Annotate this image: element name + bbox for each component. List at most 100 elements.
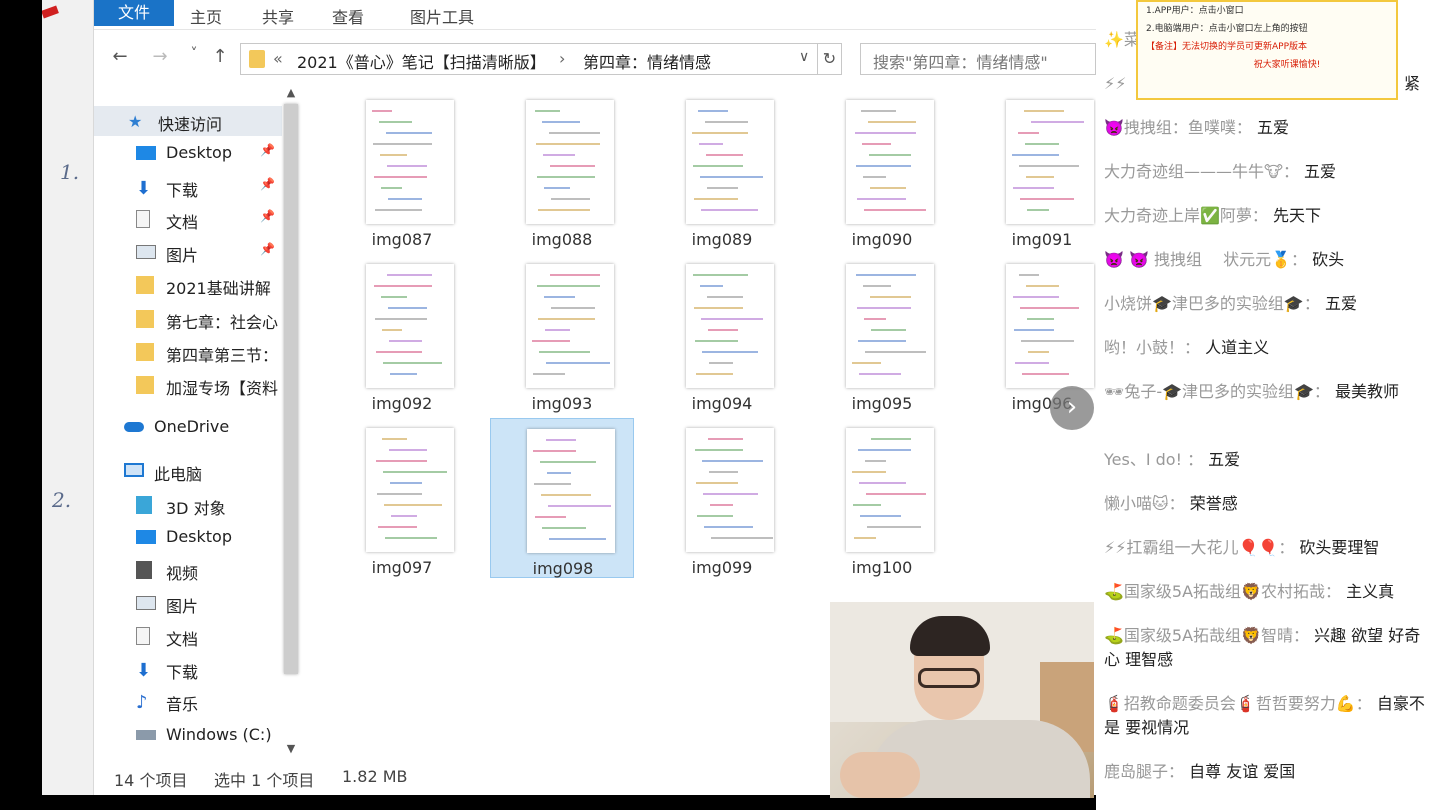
- chat-message: 鹿岛腿子： 自尊 友谊 爱国: [1104, 760, 1430, 784]
- chat-text: 五爱: [1298, 162, 1337, 181]
- nav-item[interactable]: ♪ 音乐: [94, 686, 282, 716]
- nav-item[interactable]: 加湿专场【资料: [94, 370, 282, 400]
- notice-line: 2.电脑端用户：点击小窗口左上角的按钮: [1146, 24, 1308, 34]
- nav-item[interactable]: Desktop: [94, 522, 282, 552]
- file-item[interactable]: img091: [970, 90, 1114, 250]
- nav-item-label: 第四章第三节：: [166, 346, 279, 365]
- chat-username: ⛳国家级5A拓哉组🦁农村拓哉：: [1104, 582, 1341, 601]
- breadcrumb-chapter4[interactable]: 第四章：情绪情感: [583, 49, 711, 73]
- nav-item-label: 文档: [166, 630, 199, 649]
- drive-icon: [136, 730, 156, 740]
- breadcrumb-notes[interactable]: 2021《普心》笔记【扫描清晰版】: [297, 49, 546, 73]
- nav-scrollbar[interactable]: ▲ ▼: [282, 86, 300, 766]
- file-item[interactable]: img087: [330, 90, 474, 250]
- nav-item[interactable]: 图片: [94, 588, 282, 618]
- chat-text: 先天下: [1267, 206, 1322, 225]
- breadcrumb-separator[interactable]: ›: [559, 49, 565, 68]
- nav-item[interactable]: ★ 快速访问: [94, 106, 282, 136]
- nav-item-label: 此电脑: [154, 465, 203, 484]
- nav-item[interactable]: Desktop 📌: [94, 138, 282, 168]
- back-button[interactable]: ←: [108, 46, 132, 67]
- nav-item[interactable]: 文档: [94, 621, 282, 651]
- nav-item-label: 快速访问: [158, 115, 223, 134]
- folder-icon: [136, 276, 154, 294]
- nav-item[interactable]: 此电脑: [94, 456, 282, 486]
- file-name: img090: [851, 230, 913, 249]
- file-item[interactable]: img096: [970, 254, 1114, 414]
- image-thumbnail: [846, 264, 934, 388]
- chat-username: 🧯招教命题委员会🧯哲哲要努力💪：: [1104, 694, 1372, 713]
- tab-view[interactable]: 查看: [332, 4, 364, 28]
- download-icon: ⬇: [136, 178, 152, 199]
- nav-item[interactable]: 第四章第三节：: [94, 337, 282, 367]
- chat-username: Yes、I do! ：: [1104, 450, 1204, 469]
- nav-item[interactable]: 3D 对象: [94, 490, 282, 520]
- file-name: img087: [371, 230, 433, 249]
- notice-line: 【备注】无法切换的学员可更新APP版本: [1146, 42, 1308, 52]
- chat-username: 哟！小鼓！：: [1104, 338, 1201, 357]
- file-item[interactable]: img095: [810, 254, 954, 414]
- file-item[interactable]: img094: [650, 254, 794, 414]
- tab-share[interactable]: 共享: [262, 4, 294, 28]
- nav-item-label: 第七章：社会心: [166, 313, 279, 332]
- document-icon: [136, 210, 150, 228]
- scroll-down-icon[interactable]: ▼: [284, 742, 298, 755]
- nav-item[interactable]: ⬇ 下载: [94, 654, 282, 684]
- tab-home[interactable]: 主页: [190, 4, 222, 28]
- nav-item[interactable]: 视频: [94, 555, 282, 585]
- recent-locations-button[interactable]: ˅: [182, 46, 206, 62]
- notice-line: 1.APP用户：点击小窗口: [1146, 6, 1244, 16]
- chat-message: 哟！小鼓！： 人道主义: [1104, 336, 1430, 360]
- file-item[interactable]: img090: [810, 90, 954, 250]
- image-thumbnail: [366, 100, 454, 224]
- scroll-thumb[interactable]: [284, 104, 298, 674]
- file-item[interactable]: img100: [810, 418, 954, 578]
- file-name: img100: [851, 558, 913, 577]
- chat-message: ⛳国家级5A拓哉组🦁智晴： 兴趣 欲望 好奇心 理智感: [1104, 624, 1430, 672]
- pin-icon: 📌: [260, 209, 275, 223]
- root-chevron[interactable]: «: [273, 49, 283, 68]
- up-button[interactable]: ↑: [208, 46, 232, 67]
- nav-item-label: Windows (C:): [166, 725, 272, 744]
- scroll-up-icon[interactable]: ▲: [284, 86, 298, 99]
- notice-popup[interactable]: 1.APP用户：点击小窗口 2.电脑端用户：点击小窗口左上角的按钮 【备注】无法…: [1136, 0, 1398, 100]
- address-bar[interactable]: « 2021《普心》笔记【扫描清晰版】 › 第四章：情绪情感 ∨: [240, 43, 818, 75]
- file-item[interactable]: img093: [490, 254, 634, 414]
- nav-item[interactable]: Windows (C:): [94, 720, 282, 750]
- refresh-button[interactable]: ↻: [818, 43, 842, 75]
- file-item[interactable]: img092: [330, 254, 474, 414]
- forward-button[interactable]: →: [148, 46, 172, 67]
- nav-item[interactable]: ⬇ 下载 📌: [94, 172, 282, 202]
- search-input[interactable]: 搜索"第四章：情绪情感": [860, 43, 1096, 75]
- file-item[interactable]: img099: [650, 418, 794, 578]
- nav-item[interactable]: OneDrive: [94, 412, 282, 442]
- file-name: img094: [691, 394, 753, 413]
- nav-item[interactable]: 第七章：社会心: [94, 304, 282, 334]
- pin-icon: 📌: [260, 242, 275, 256]
- chat-text: 自尊 友谊 爱国: [1184, 762, 1296, 781]
- nav-item[interactable]: 图片 📌: [94, 237, 282, 267]
- chat-username: 大力奇迹上岸✅阿夢：: [1104, 206, 1268, 225]
- file-item[interactable]: img097: [330, 418, 474, 578]
- address-row: ← → ˅ ↑ « 2021《普心》笔记【扫描清晰版】 › 第四章：情绪情感 ∨…: [94, 40, 1096, 78]
- cube-icon: [136, 496, 152, 514]
- tab-picture-tools[interactable]: 图片工具: [410, 4, 474, 28]
- tab-file[interactable]: 文件: [94, 0, 175, 26]
- nav-item[interactable]: 文档 📌: [94, 204, 282, 234]
- folder-icon: [249, 50, 265, 68]
- file-item[interactable]: img088: [490, 90, 634, 250]
- board-mark: 1.: [60, 160, 80, 184]
- chat-text: 人道主义: [1200, 338, 1270, 357]
- chat-message: 👿拽拽组：鱼噗噗： 五爱: [1104, 116, 1430, 140]
- file-name: img092: [371, 394, 433, 413]
- file-item[interactable]: img089: [650, 90, 794, 250]
- pictures-icon: [136, 596, 156, 610]
- chat-username: 🕶兔子-🎓津巴多的实验组🎓：: [1104, 382, 1330, 401]
- music-icon: ♪: [136, 692, 148, 713]
- nav-item[interactable]: 2021基础讲解: [94, 270, 282, 300]
- address-dropdown-icon[interactable]: ∨: [799, 49, 809, 65]
- next-arrow-button[interactable]: ›: [1050, 386, 1094, 430]
- image-thumbnail: [366, 428, 454, 552]
- file-item[interactable]: img098: [490, 418, 634, 578]
- folder-icon: [136, 310, 154, 328]
